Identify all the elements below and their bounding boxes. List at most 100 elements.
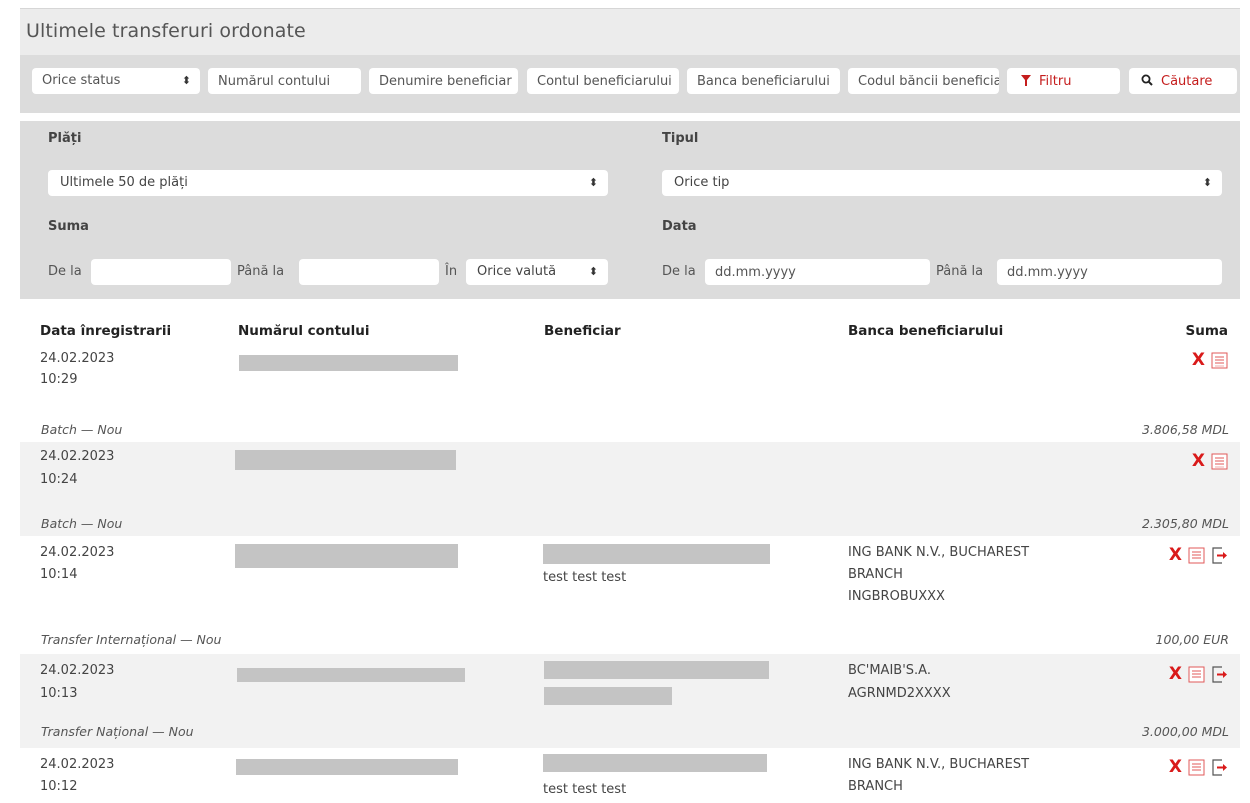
beneficiary-bank-field[interactable] [697,68,840,94]
redacted-account [239,355,458,371]
redacted-beneficiary [544,687,672,705]
header-beneficiary: Beneficiar [544,323,621,339]
row-amount: 100,00 EUR [1155,632,1229,647]
row-amount: 3.806,58 MDL [1141,422,1229,437]
sum-to-label: Până la [237,264,285,279]
sum-label: Suma [48,219,89,234]
table-row[interactable]: 24.02.2023 10:12 test test test ING BANK… [20,748,1240,803]
payments-label: Plăți [48,131,82,146]
beneficiary-bank-input[interactable] [687,68,840,94]
row-actions: X [1192,452,1228,470]
transfers-panel: Ultimele transferuri ordonate Orice stat… [20,8,1240,803]
currency-select-value: Orice valută [477,264,557,279]
row-footer: Transfer Național — Nou 3.000,00 MDL [20,720,1240,744]
table-header: Data înregistrarii Numărul contului Bene… [20,312,1240,346]
redacted-account [236,759,458,775]
table-row[interactable]: 24.02.2023 10:13 BC'MAIB'S.A. AGRNMD2XXX… [20,654,1240,748]
filter-button[interactable]: Filtru [1007,68,1120,94]
row-type: Transfer Național — Nou [41,724,194,739]
delete-x-icon[interactable]: X [1169,758,1182,776]
filter-icon [1021,68,1031,94]
row-bank-code: AGRNMD2XXXX [848,686,951,701]
document-list-icon[interactable] [1211,352,1228,369]
status-select-value: Orice status [42,73,121,88]
account-number-input[interactable] [208,68,361,94]
account-number-field[interactable] [218,68,361,94]
sum-from-input[interactable] [91,259,231,285]
beneficiary-account-field[interactable] [537,68,679,94]
row-footer: Batch — Nou 2.305,80 MDL [20,512,1240,536]
delete-x-icon[interactable]: X [1192,351,1205,369]
type-label: Tipul [662,131,699,146]
type-select[interactable]: Orice tip ⬍ [662,170,1222,196]
sum-to-field[interactable] [299,259,439,285]
export-icon[interactable] [1211,758,1228,776]
row-footer: Batch — Nou 3.806,58 MDL [20,418,1240,442]
header-bank: Banca beneficiarului [848,323,1004,339]
row-actions: X [1169,758,1228,776]
transfers-table: Data înregistrarii Numărul contului Bene… [20,312,1240,803]
table-row[interactable]: 24.02.2023 10:14 test test test ING BANK… [20,536,1240,654]
date-to-input[interactable] [997,259,1222,285]
export-icon[interactable] [1211,665,1228,683]
search-button[interactable]: Căutare [1129,68,1237,94]
date-from-input[interactable] [705,259,930,285]
payments-select[interactable]: Ultimele 50 de plăți ⬍ [48,170,608,196]
beneficiary-name-input[interactable] [369,68,518,94]
row-footer: Transfer Internațional — Nou 100,00 EUR [20,628,1240,652]
document-list-icon[interactable] [1188,759,1205,776]
spacer [20,113,1240,121]
sum-to-input[interactable] [299,259,439,285]
search-icon [1141,68,1153,94]
currency-select[interactable]: Orice valută ⬍ [466,259,608,285]
header-date: Data înregistrarii [40,323,172,339]
row-type: Transfer Internațional — Nou [41,632,222,647]
row-bank-name: ING BANK N.V., BUCHAREST [848,757,1030,772]
sum-from-field[interactable] [91,259,231,285]
row-date: 24.02.2023 [40,663,115,678]
document-list-icon[interactable] [1188,547,1205,564]
row-bank-name: ING BANK N.V., BUCHAREST [848,545,1030,560]
date-from-label: De la [662,264,696,279]
row-time: 10:29 [40,372,78,387]
beneficiary-name-field[interactable] [379,68,518,94]
status-select[interactable]: Orice status ⬍ [32,68,200,94]
row-type: Batch — Nou [41,422,123,437]
document-list-icon[interactable] [1211,453,1228,470]
export-icon[interactable] [1211,546,1228,564]
row-bank-branch: BRANCH [848,567,903,582]
bank-code-input[interactable] [848,68,999,94]
document-list-icon[interactable] [1188,666,1205,683]
filter-button-label: Filtru [1039,74,1072,89]
row-amount: 2.305,80 MDL [1141,516,1229,531]
date-from-field[interactable] [705,259,930,285]
updown-arrows-icon: ⬍ [588,176,598,189]
date-label: Data [662,219,697,234]
row-date: 24.02.2023 [40,351,115,366]
row-bank-name: BC'MAIB'S.A. [848,663,931,678]
bank-code-field[interactable] [858,68,999,94]
row-time: 10:14 [40,567,78,582]
updown-arrows-icon: ⬍ [181,74,191,87]
updown-arrows-icon: ⬍ [1202,176,1212,189]
row-bank-branch: BRANCH [848,779,903,794]
date-to-field[interactable] [997,259,1222,285]
payments-select-value: Ultimele 50 de plăți [60,175,188,190]
page-title: Ultimele transferuri ordonate [26,20,306,42]
redacted-beneficiary [543,754,767,772]
delete-x-icon[interactable]: X [1169,665,1182,683]
row-actions: X [1169,665,1228,683]
table-row[interactable]: 24.02.2023 10:29 X Batch — Nou 3.806,58 … [20,346,1240,442]
redacted-beneficiary [544,661,769,679]
row-type: Batch — Nou [41,516,123,531]
redacted-account [237,668,465,682]
currency-in-label: În [445,264,458,279]
header-sum: Suma [1185,323,1228,339]
row-time: 10:12 [40,779,78,794]
row-time: 10:24 [40,472,78,487]
delete-x-icon[interactable]: X [1169,546,1182,564]
search-bar: Orice status ⬍ Filtru Căutare [20,55,1240,113]
delete-x-icon[interactable]: X [1192,452,1205,470]
beneficiary-account-input[interactable] [527,68,679,94]
table-row[interactable]: 24.02.2023 10:24 X Batch — Nou 2.305,80 … [20,442,1240,536]
